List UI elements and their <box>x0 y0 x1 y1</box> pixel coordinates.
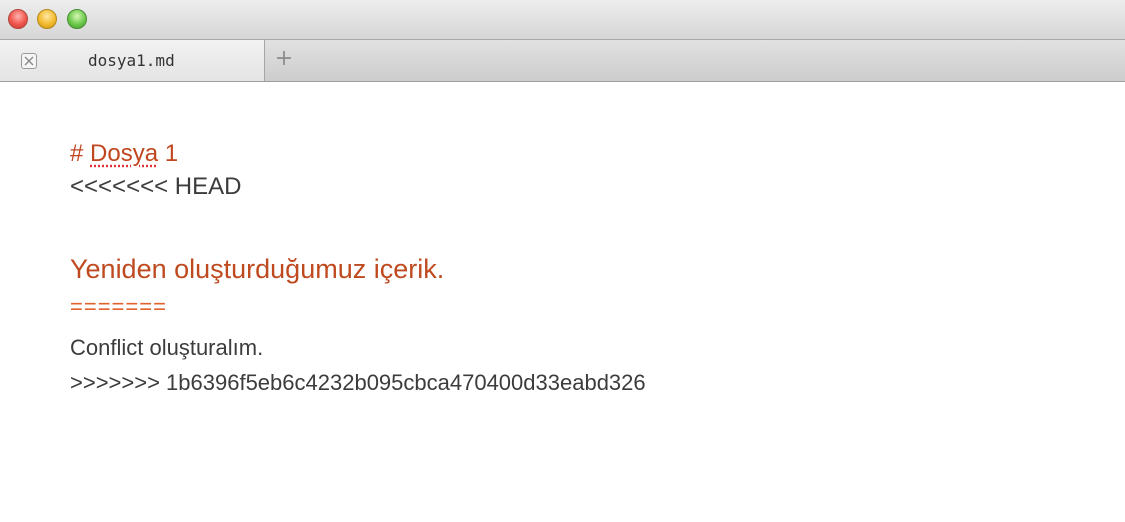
heading-suffix: 1 <box>158 140 179 167</box>
editor-content[interactable]: # Dosya 1 <<<<<<< HEAD Yeniden oluşturdu… <box>0 82 1125 522</box>
conflict-separator: ======= <box>70 294 167 319</box>
conflict-head-marker: <<<<<<< HEAD <box>70 173 242 200</box>
new-tab-button[interactable]: + <box>272 47 296 71</box>
heading-prefix: # <box>70 140 91 167</box>
close-window-icon[interactable] <box>8 9 28 29</box>
conflict-text: Conflict oluşturalım. <box>70 335 264 360</box>
tab-dosya1[interactable]: dosya1.md <box>0 40 265 81</box>
heading-line: # Dosya 1 <box>70 140 178 168</box>
minimize-window-icon[interactable] <box>37 9 57 29</box>
close-icon[interactable] <box>21 53 37 69</box>
editor-window: dosya1.md + # Dosya 1 <<<<<<< HEAD Yenid… <box>0 0 1125 522</box>
title-bar <box>0 0 1125 40</box>
tab-label: dosya1.md <box>88 51 175 70</box>
content-heading: Yeniden oluşturduğumuz içerik. <box>70 254 445 284</box>
heading-word: Dosya <box>90 140 159 167</box>
zoom-window-icon[interactable] <box>67 9 87 29</box>
tab-bar: dosya1.md + <box>0 40 1125 82</box>
conflict-commit-marker: >>>>>>> 1b6396f5eb6c4232b095cbca470400d3… <box>70 370 646 395</box>
